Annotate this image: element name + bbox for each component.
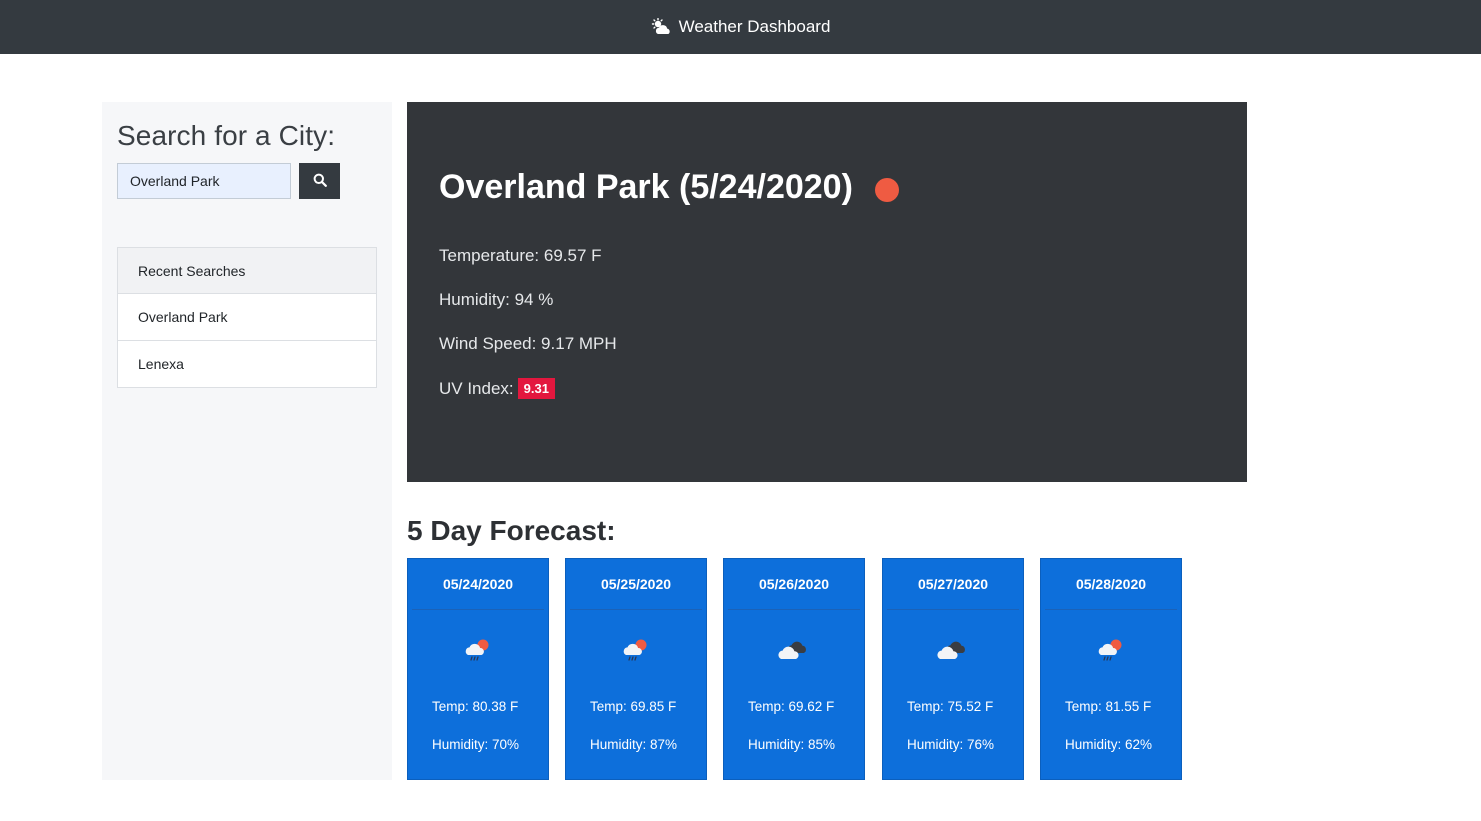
forecast-temp: Temp: 69.62 F	[748, 699, 835, 714]
uv-index-label: UV Index:	[439, 378, 514, 398]
recent-searches-list: Recent Searches Overland Park Lenexa	[117, 247, 377, 388]
uv-index-row: UV Index: 9.31	[439, 378, 555, 399]
recent-search-item[interactable]: Lenexa	[117, 341, 377, 388]
navbar: Weather Dashboard	[0, 0, 1481, 54]
cloud-sun-icon	[651, 18, 673, 36]
uv-index-badge: 9.31	[517, 378, 555, 399]
forecast-humidity: Humidity: 62%	[1065, 737, 1153, 752]
weather-dot-icon	[874, 177, 899, 202]
rain-sun-icon	[1041, 637, 1181, 663]
cloudy-icon	[883, 637, 1023, 663]
city-date-text: Overland Park (5/24/2020)	[439, 168, 853, 206]
humidity-text: Humidity: 94 %	[439, 290, 554, 309]
search-title: Search for a City:	[117, 120, 336, 151]
wind-speed-text: Wind Speed: 9.17 MPH	[439, 334, 617, 353]
forecast-card: 05/25/2020 Temp: 69.85 F Humidity: 87%	[565, 558, 707, 780]
navbar-title: Weather Dashboard	[678, 17, 831, 36]
forecast-temp: Temp: 75.52 F	[907, 699, 994, 714]
forecast-date: 05/25/2020	[570, 559, 702, 610]
cloudy-icon	[724, 637, 864, 663]
search-icon	[313, 173, 327, 190]
search-button[interactable]	[299, 163, 340, 199]
forecast-humidity: Humidity: 70%	[432, 737, 520, 752]
city-search-input[interactable]	[117, 163, 291, 199]
forecast-temp: Temp: 69.85 F	[590, 699, 677, 714]
forecast-card: 05/26/2020 Temp: 69.62 F Humidity: 85%	[723, 558, 865, 780]
forecast-title: 5 Day Forecast:	[407, 515, 616, 546]
current-weather-panel: Overland Park (5/24/2020) Temperature: 6…	[407, 102, 1247, 482]
recent-search-item[interactable]: Overland Park	[117, 294, 377, 341]
sidebar: Search for a City: Recent Searches Overl…	[102, 102, 392, 780]
navbar-brand[interactable]: Weather Dashboard	[651, 17, 831, 37]
temperature-text: Temperature: 69.57 F	[439, 246, 602, 265]
forecast-date: 05/27/2020	[887, 559, 1019, 610]
forecast-humidity: Humidity: 76%	[907, 737, 995, 752]
forecast-humidity: Humidity: 85%	[748, 737, 836, 752]
forecast-humidity: Humidity: 87%	[590, 737, 678, 752]
recent-searches-header: Recent Searches	[117, 247, 377, 294]
rain-sun-icon	[566, 637, 706, 663]
forecast-card: 05/28/2020 Temp: 81.55 F Humidity: 62%	[1040, 558, 1182, 780]
forecast-date: 05/28/2020	[1045, 559, 1177, 610]
city-date-heading: Overland Park (5/24/2020)	[439, 168, 899, 207]
rain-sun-icon	[408, 637, 548, 663]
forecast-date: 05/26/2020	[728, 559, 860, 610]
forecast-card: 05/27/2020 Temp: 75.52 F Humidity: 76%	[882, 558, 1024, 780]
forecast-temp: Temp: 80.38 F	[432, 699, 519, 714]
forecast-temp: Temp: 81.55 F	[1065, 699, 1152, 714]
forecast-card: 05/24/2020 Temp: 80.38 F Humidity: 70%	[407, 558, 549, 780]
forecast-date: 05/24/2020	[412, 559, 544, 610]
